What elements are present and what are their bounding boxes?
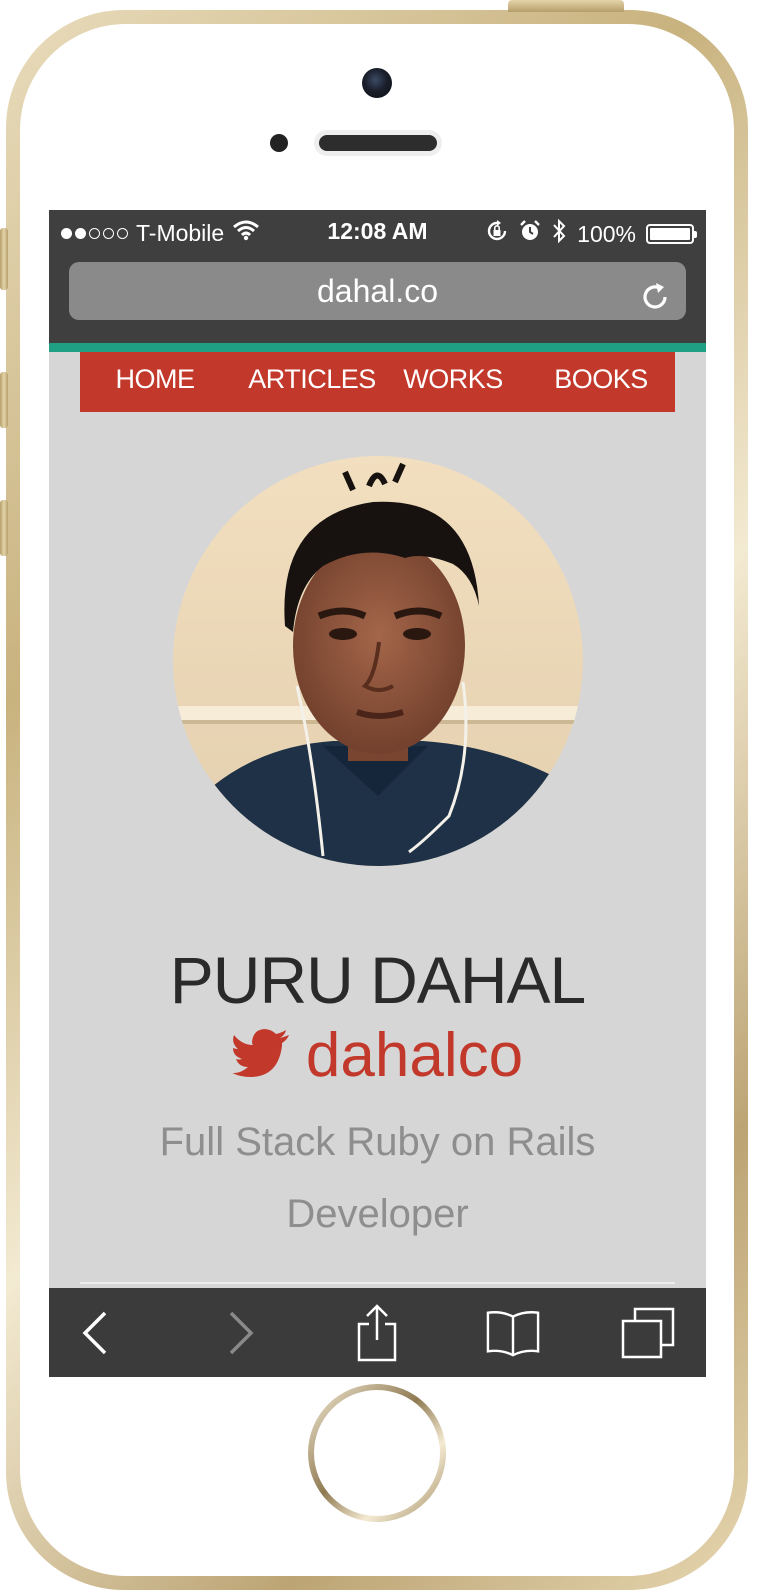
accent-line <box>49 343 706 352</box>
front-camera <box>362 68 392 98</box>
tagline: Full Stack Ruby on Rails Developer <box>109 1106 646 1250</box>
rotation-lock-icon <box>485 219 509 249</box>
status-bar: T-Mobile 12:08 AM 100% <box>49 210 706 254</box>
profile-photo <box>173 456 583 866</box>
forward-chevron-icon[interactable] <box>213 1306 267 1360</box>
mute-switch <box>0 228 8 290</box>
share-icon[interactable] <box>350 1304 404 1362</box>
twitter-handle: dahalco <box>305 1021 524 1090</box>
power-button <box>508 0 624 12</box>
url-bar[interactable]: dahal.co <box>69 262 686 320</box>
bluetooth-icon <box>551 218 567 249</box>
browser-toolbar <box>49 1288 706 1377</box>
home-button[interactable] <box>308 1384 446 1522</box>
reload-icon[interactable] <box>638 274 672 309</box>
back-chevron-icon[interactable] <box>69 1306 123 1360</box>
status-right: 100% <box>485 218 697 249</box>
browser-chrome: T-Mobile 12:08 AM 100% dahal.co <box>49 210 706 343</box>
battery-percent: 100% <box>577 220 636 247</box>
divider <box>80 1282 675 1284</box>
profile-name: PURU DAHAL <box>169 943 586 1017</box>
alarm-icon <box>519 220 541 248</box>
tabs-icon[interactable] <box>621 1306 675 1360</box>
url-text: dahal.co <box>317 273 438 309</box>
tagline-line-1: Full Stack Ruby on Rails <box>159 1120 596 1164</box>
twitter-bird-icon <box>231 1029 290 1082</box>
nav-item-home[interactable]: HOME <box>100 352 210 412</box>
proximity-sensor <box>270 134 288 152</box>
volume-up-button <box>0 372 8 428</box>
main-nav: HOME ARTICLES WORKS BOOKS <box>80 352 675 412</box>
volume-down-button <box>0 500 8 556</box>
earpiece-speaker <box>314 130 442 156</box>
screen: T-Mobile 12:08 AM 100% dahal.co HOME ART… <box>49 210 706 1377</box>
battery-icon <box>646 224 697 244</box>
bookmarks-icon[interactable] <box>486 1306 540 1360</box>
tagline-line-2: Developer <box>286 1192 469 1236</box>
twitter-link[interactable]: dahalco <box>49 1020 706 1091</box>
nav-item-books[interactable]: BOOKS <box>548 352 654 412</box>
nav-item-articles[interactable]: ARTICLES <box>244 352 380 412</box>
nav-item-works[interactable]: WORKS <box>398 352 508 412</box>
